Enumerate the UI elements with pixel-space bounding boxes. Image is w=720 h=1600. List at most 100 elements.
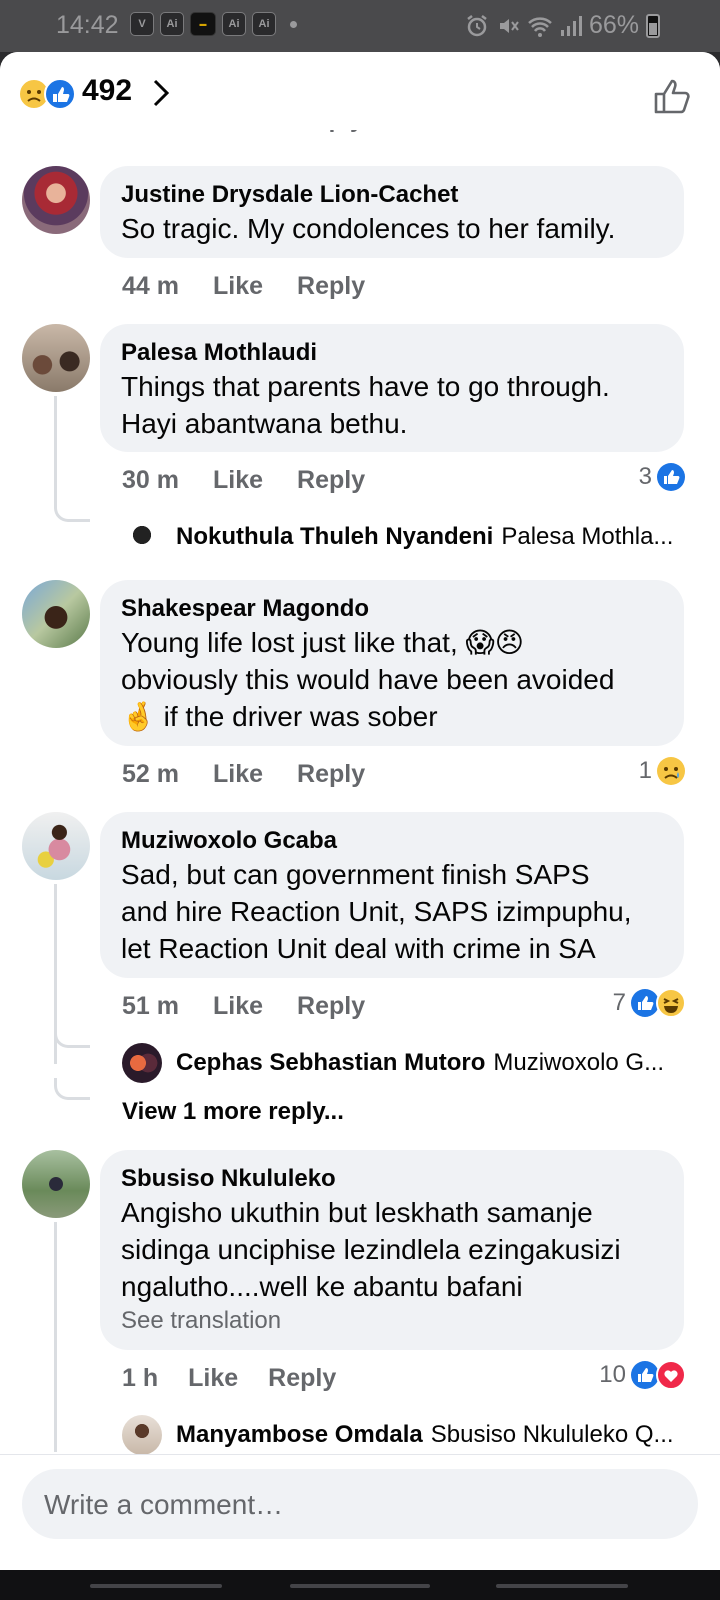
reply-text: Palesa Mothla... (501, 523, 674, 550)
reaction-summary[interactable]: 10 (599, 1360, 686, 1390)
reaction-summary-icons (18, 78, 76, 110)
reply-button[interactable]: Reply (297, 760, 365, 789)
like-button[interactable]: Like (213, 992, 263, 1021)
comment-text: sidinga unciphise lezindlela ezingakusiz… (121, 1234, 621, 1265)
news-app-icon: ▬ (190, 12, 216, 36)
reply-preview[interactable]: Nokuthula Thuleh Nyandeni Palesa Mothla.… (122, 516, 692, 558)
system-icons: 66% (465, 11, 660, 40)
reaction-count: 1 (638, 757, 652, 784)
signal-icon (560, 15, 582, 36)
reply-button[interactable]: Reply (297, 272, 365, 301)
comment-text: obviously this would have been avoided (121, 664, 615, 695)
comment-time[interactable]: 52 m (122, 760, 179, 789)
chevron-right-icon[interactable] (150, 76, 172, 110)
avatar[interactable] (22, 580, 90, 648)
thread-line (54, 1222, 57, 1452)
reply-button[interactable]: Reply (268, 1364, 336, 1393)
comment-text: Hayi abantwana bethu. (121, 408, 408, 439)
avatar[interactable] (22, 812, 90, 880)
system-nav-bar (0, 1570, 720, 1600)
battery-icon (646, 13, 660, 38)
comment-bubble[interactable]: Sbusiso Nkululeko Angisho ukuthin but le… (100, 1150, 684, 1350)
avatar[interactable] (22, 166, 90, 234)
comment-bubble[interactable]: Palesa Mothlaudi Things that parents hav… (100, 324, 684, 452)
reply-avatar[interactable] (122, 1415, 162, 1455)
mute-icon (499, 18, 519, 33)
comment-author[interactable]: Shakespear Magondo (121, 594, 663, 624)
comment-text: Young life lost just like that, 😱😠 (121, 627, 524, 658)
thread-connector (54, 500, 90, 522)
reaction-summary[interactable]: 3 (639, 462, 686, 492)
comment-actions: 44 m Like Reply (122, 272, 365, 301)
comment-actions: 52 m Like Reply (122, 760, 365, 789)
comment-bubble[interactable]: Shakespear Magondo Young life lost just … (100, 580, 684, 746)
comment-time[interactable]: 44 m (122, 272, 179, 301)
reaction-summary[interactable]: 1 (639, 756, 686, 786)
like-button[interactable]: Like (213, 760, 263, 789)
reply-text: Muziwoxolo G... (493, 1049, 665, 1076)
comment-actions: 1 h Like Reply (122, 1364, 336, 1393)
notification-icons: V Ai ▬ Ai Ai (130, 12, 297, 36)
reply-author: Cephas Sebhastian Mutoro (176, 1049, 486, 1076)
comment-text: let Reaction Unit deal with crime in SA (121, 933, 596, 964)
status-time: 14:42 (56, 11, 119, 39)
comment-input[interactable]: Write a comment… (22, 1469, 698, 1539)
comment-author[interactable]: Palesa Mothlaudi (121, 338, 663, 368)
comment-text: Things that parents have to go through. (121, 371, 610, 402)
reply-avatar[interactable] (122, 517, 162, 557)
avatar[interactable] (22, 324, 90, 392)
love-reaction-icon (656, 1360, 686, 1390)
comment-text: So tragic. My condolences to her family. (121, 213, 616, 244)
like-outline-icon[interactable] (652, 76, 692, 116)
sad-reaction-icon (657, 757, 685, 785)
reaction-count: 7 (612, 989, 626, 1016)
comments-sheet: 492 45 m Like Reply Justine Drysdale Lio… (0, 52, 720, 1570)
reply-avatar[interactable] (122, 1043, 162, 1083)
comment-actions: 30 m Like Reply (122, 466, 365, 495)
like-button[interactable]: Like (188, 1364, 238, 1393)
comment-text: Angisho ukuthin but leskhath samanje (121, 1197, 593, 1228)
like-button[interactable]: Like (213, 466, 263, 495)
app-ai-icon: Ai (160, 12, 184, 36)
comment-author[interactable]: Justine Drysdale Lion-Cachet (121, 180, 663, 210)
nav-recents-button[interactable] (90, 1584, 222, 1588)
reply-button[interactable]: Reply (297, 466, 365, 495)
view-more-replies-link[interactable]: View 1 more reply... (122, 1098, 344, 1126)
comment-time[interactable]: 30 m (122, 466, 179, 495)
avatar[interactable] (22, 1150, 90, 1218)
like-reaction-icon (657, 463, 685, 491)
comment-author[interactable]: Muziwoxolo Gcaba (121, 826, 663, 856)
reply-preview[interactable]: Cephas Sebhastian Mutoro Muziwoxolo G... (122, 1042, 692, 1084)
comment-text: and hire Reaction Unit, SAPS izimpuphu, (121, 896, 632, 927)
reply-author: Nokuthula Thuleh Nyandeni (176, 523, 494, 550)
thread-connector (54, 1026, 90, 1048)
wifi-icon (528, 16, 552, 37)
comment-time[interactable]: 51 m (122, 992, 179, 1021)
reply-button[interactable]: Reply (297, 992, 365, 1021)
thread-connector (54, 1078, 90, 1100)
comment-composer: Write a comment… (0, 1454, 720, 1570)
comment-time[interactable]: 1 h (122, 1364, 158, 1393)
reaction-count: 492 (82, 74, 133, 107)
nav-back-button[interactable] (496, 1584, 628, 1588)
reactions-header[interactable]: 492 (0, 52, 720, 130)
app-ai-icon: Ai (222, 12, 246, 36)
reply-author: Manyambose Omdala (176, 1421, 423, 1448)
thread-line (54, 396, 57, 502)
reaction-count: 10 (599, 1361, 626, 1388)
reaction-count: 3 (638, 463, 652, 490)
battery-percent: 66% (588, 11, 639, 39)
see-translation-link[interactable]: See translation (121, 1305, 663, 1337)
reply-preview[interactable]: Manyambose Omdala Sbusiso Nkululeko Q... (122, 1414, 692, 1456)
comment-bubble[interactable]: Muziwoxolo Gcaba Sad, but can government… (100, 812, 684, 978)
haha-reaction-icon (656, 988, 686, 1018)
like-button[interactable]: Like (213, 272, 263, 301)
comment-text: Sad, but can government finish SAPS (121, 859, 590, 890)
nav-home-button[interactable] (290, 1584, 430, 1588)
reaction-summary[interactable]: 7 (613, 988, 686, 1018)
comment-author[interactable]: Sbusiso Nkululeko (121, 1164, 663, 1194)
status-bar: 14:42 V Ai ▬ Ai Ai 66% (0, 0, 720, 52)
comment-bubble[interactable]: Justine Drysdale Lion-Cachet So tragic. … (100, 166, 684, 258)
alarm-icon (467, 14, 487, 36)
reply-text: Sbusiso Nkululeko Q... (430, 1421, 674, 1448)
